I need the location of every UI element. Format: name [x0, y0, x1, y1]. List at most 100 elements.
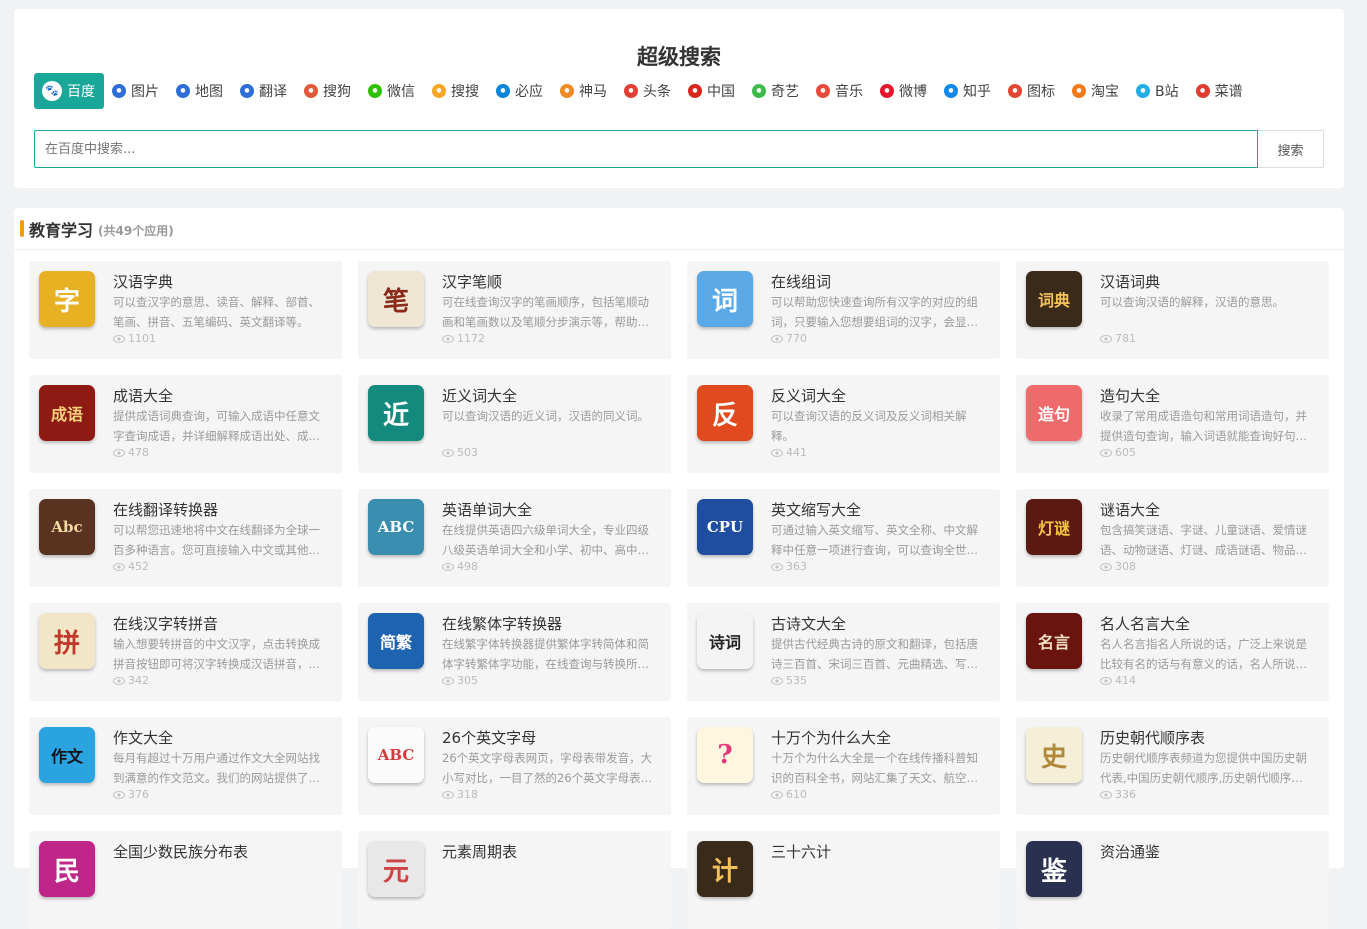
search-input[interactable] — [34, 130, 1258, 168]
app-card[interactable]: Abc 在线翻译转换器 可以帮您迅速地将中文在线翻译为全球一百多种语言。您可直接输入… — [29, 489, 342, 587]
app-description: 可通过输入英文缩写、英文全称、中文解释中任意一项进行查询，可以查询全世… — [771, 523, 978, 557]
app-views: 452 — [113, 560, 149, 573]
question-marks-icon: ? — [697, 727, 753, 783]
engine-tab[interactable]: ● 微信 — [360, 73, 424, 109]
app-description — [1100, 862, 1318, 902]
eye-icon — [771, 334, 783, 343]
app-views: 305 — [442, 674, 478, 687]
app-name: 古诗文大全 — [771, 615, 847, 633]
search-button[interactable]: 搜索 — [1258, 130, 1324, 168]
app-view-count: 498 — [457, 560, 478, 573]
app-description: 26个英文字母表网页，字母表带发音，大小写对比，一目了然的26个英文字母表… — [442, 751, 653, 785]
engine-tab-label: 搜狗 — [323, 84, 351, 100]
app-name: 近义词大全 — [442, 387, 518, 405]
engine-tab[interactable]: ● 音乐 — [808, 73, 872, 109]
engine-tab[interactable]: ● 淘宝 — [1064, 73, 1128, 109]
app-card[interactable]: 近近义词大全 可以查询汉语的近义词，汉语的同义词。 503 — [358, 375, 671, 473]
app-card[interactable]: 词在线组词 可以帮助您快速查询所有汉字的对应的组词，只要输入您想要组词的汉字，会显… — [687, 261, 1000, 359]
app-card[interactable]: 笔汉字笔顺 可在线查询汉字的笔画顺序，包括笔顺动画和笔画数以及笔顺分步演示等，帮助… — [358, 261, 671, 359]
app-card[interactable]: 词典 汉语词典 可以查询汉语的解释，汉语的意思。 781 — [1016, 261, 1329, 359]
app-description: 名人名言指名人所说的话，广泛上来说是比较有名的话与有意义的话，名人所说… — [1100, 637, 1307, 671]
app-card[interactable]: CPU 英文缩写大全 可通过输入英文缩写、英文全称、中文解释中任意一项进行查询，可以… — [687, 489, 1000, 587]
category-header: 教育学习 (共49个应用) — [14, 208, 1344, 250]
app-view-count: 770 — [786, 332, 807, 345]
app-grid: 字汉语字典 可以查汉字的意思、读音、解释、部首、笔画、拼音、五笔编码、英文翻译等。… — [29, 261, 1329, 929]
page-title: 超级搜索 — [637, 45, 721, 69]
app-card[interactable]: ABC 26个英文字母 26个英文字母表网页，字母表带发音，大小写对比，一目了然的2… — [358, 717, 671, 815]
engine-tab[interactable]: ● 必应 — [488, 73, 552, 109]
app-card[interactable]: 造句 造句大全 收录了常用成语造句和常用词语造句，并提供造句查询，输入词语就能查询好… — [1016, 375, 1329, 473]
app-name: 作文大全 — [113, 729, 174, 747]
engine-tab[interactable]: ● 知乎 — [936, 73, 1000, 109]
app-views: 1172 — [442, 332, 485, 345]
app-description: 提供古代经典古诗的原文和翻译，包括唐诗三百首、宋词三百首、元曲精选、写… — [771, 637, 978, 671]
app-views: 605 — [1100, 446, 1136, 459]
app-card[interactable]: 元元素周期表 — [358, 831, 671, 929]
app-name: 在线组词 — [771, 273, 832, 291]
engine-tab[interactable]: ● 微博 — [872, 73, 936, 109]
app-card[interactable]: 灯谜 谜语大全 包含搞笑谜语、字谜、儿童谜语、爱情谜语、动物谜语、灯谜、成语谜语、物… — [1016, 489, 1329, 587]
app-name: 英语单词大全 — [442, 501, 533, 519]
engine-tab[interactable]: 🐾 百度 — [34, 73, 104, 109]
app-card[interactable]: ? 十万个为什么大全 十万个为什么大全是一个在线传播科普知识的百科全书，网站汇集了天… — [687, 717, 1000, 815]
app-views: 503 — [442, 446, 478, 459]
app-card[interactable]: 史历史朝代顺序表 历史朝代顺序表频道为您提供中国历史朝代表,中国历史朝代顺序,历史… — [1016, 717, 1329, 815]
app-card[interactable]: 名言 名人名言大全 名人名言指名人所说的话，广泛上来说是比较有名的话与有意义的话，名… — [1016, 603, 1329, 701]
engine-tab[interactable]: ● 图标 — [1000, 73, 1064, 109]
app-card[interactable]: 成语 成语大全 提供成语词典查询，可输入成语中任意文字查询成语，并详细解释成语出处、… — [29, 375, 342, 473]
app-description — [771, 862, 989, 902]
engine-tab-label: B站 — [1155, 84, 1179, 100]
app-card[interactable]: 作文 作文大全 每月有超过十万用户通过作文大全网站找到满意的作文范文。我们的网站提供… — [29, 717, 342, 815]
app-view-count: 363 — [786, 560, 807, 573]
engine-tab-label: 微信 — [387, 84, 415, 100]
engine-tab[interactable]: ● 搜狗 — [296, 73, 360, 109]
dictionary-book-icon: 字 — [39, 271, 95, 327]
bing-icon: ● — [496, 84, 510, 98]
toutiao-icon: ● — [624, 84, 638, 98]
app-views: 441 — [771, 446, 807, 459]
app-name: 汉语字典 — [113, 273, 174, 291]
engine-tab[interactable]: ● 翻译 — [232, 73, 296, 109]
eye-icon — [1100, 562, 1112, 571]
engine-tab[interactable]: ● 搜搜 — [424, 73, 488, 109]
app-card[interactable]: 计三十六计 — [687, 831, 1000, 929]
traditional-chinese-icon: 简繁 — [368, 613, 424, 669]
wechat-icon: ● — [368, 84, 382, 98]
chinese-dictionary-icon: 词典 — [1026, 271, 1082, 327]
engine-tab[interactable]: ● 菜谱 — [1188, 73, 1252, 109]
app-views: 610 — [771, 788, 807, 801]
engine-tab[interactable]: ● 图片 — [104, 73, 168, 109]
app-description: 可以帮助您快速查询所有汉字的对应的组词，只要输入您想要组词的汉字，会显… — [771, 295, 978, 329]
sogou-icon: ● — [304, 84, 318, 98]
engine-tab[interactable]: ● 头条 — [616, 73, 680, 109]
engine-tab[interactable]: ● B站 — [1128, 73, 1188, 109]
composition-icon: 作文 — [39, 727, 95, 783]
app-card[interactable]: 诗词 古诗文大全 提供古代经典古诗的原文和翻译，包括唐诗三百首、宋词三百首、元曲精选… — [687, 603, 1000, 701]
weibo-icon: ● — [880, 84, 894, 98]
engine-tab[interactable]: ● 奇艺 — [744, 73, 808, 109]
app-card[interactable]: 民全国少数民族分布表 — [29, 831, 342, 929]
abc-book-icon: ABC — [368, 499, 424, 555]
engine-tab-label: 神马 — [579, 84, 607, 100]
search-card: 超级搜索 🐾 百度 ● 图片 ● 地图 ● 翻译 ● 搜狗 ● 微信 ● 搜搜 ● 必应 ● 神马 ● 头条 ● 中国 ● 奇… — [14, 9, 1344, 188]
app-description: 可以查询汉语的解释，汉语的意思。 — [1100, 295, 1284, 309]
app-description: 可以查询汉语的反义词及反义词相关解释。 — [771, 409, 967, 443]
app-name: 汉字笔顺 — [442, 273, 503, 291]
app-card[interactable]: 反反义词大全 可以查询汉语的反义词及反义词相关解释。 441 — [687, 375, 1000, 473]
app-card[interactable]: 鉴资治通鉴 — [1016, 831, 1329, 929]
app-description: 可以帮您迅速地将中文在线翻译为全球一百多种语言。您可直接输入中文或其他… — [113, 523, 320, 557]
eye-icon — [113, 676, 125, 685]
app-description: 包含搞笑谜语、字谜、儿童谜语、爱情谜语、动物谜语、灯谜、成语谜语、物品… — [1100, 523, 1307, 557]
engine-tab[interactable]: ● 中国 — [680, 73, 744, 109]
engine-tab[interactable]: ● 神马 — [552, 73, 616, 109]
app-name: 历史朝代顺序表 — [1100, 729, 1206, 747]
app-card[interactable]: 字汉语字典 可以查汉字的意思、读音、解释、部首、笔画、拼音、五笔编码、英文翻译等。… — [29, 261, 342, 359]
app-description — [113, 862, 331, 902]
app-views: 770 — [771, 332, 807, 345]
app-card[interactable]: 简繁 在线繁体字转换器 在线繁字体转换器提供繁体字转简体和简体字转繁体字功能，在线查… — [358, 603, 671, 701]
app-card[interactable]: 拼在线汉字转拼音 输入想要转拼音的中文汉字，点击转换成拼音按钮即可将汉字转换成汉语… — [29, 603, 342, 701]
ethnic-icon: 民 — [39, 841, 95, 897]
app-name: 名人名言大全 — [1100, 615, 1191, 633]
app-card[interactable]: ABC 英语单词大全 在线提供英语四六级单词大全，专业四级八级英语单词大全和小学、初… — [358, 489, 671, 587]
engine-tab[interactable]: ● 地图 — [168, 73, 232, 109]
